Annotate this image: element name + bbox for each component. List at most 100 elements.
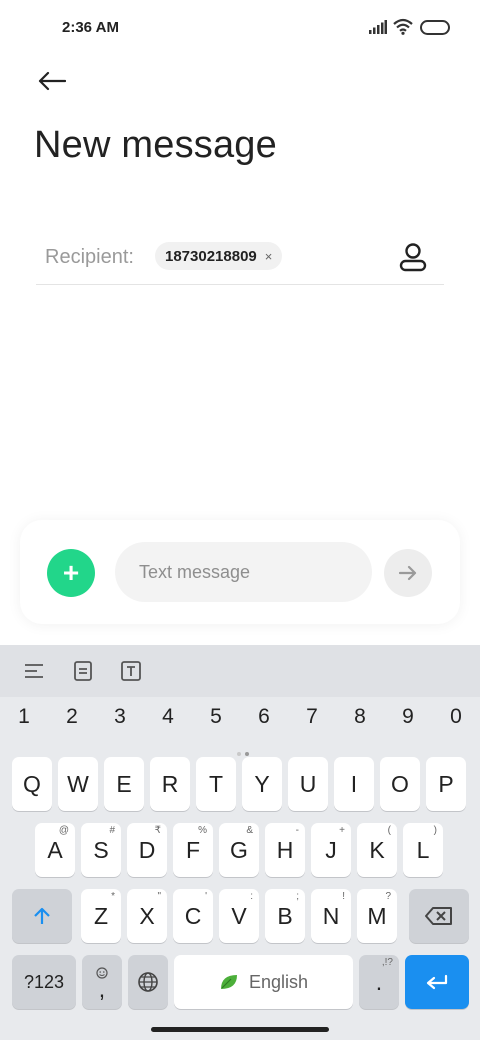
- key-label: N: [322, 902, 340, 929]
- key-label: R: [161, 770, 179, 797]
- back-button[interactable]: [34, 64, 70, 98]
- symbols-key[interactable]: ?123: [12, 955, 76, 1009]
- key-label: P: [438, 770, 454, 797]
- recipient-label: Recipient:: [45, 246, 134, 268]
- key-label: D: [138, 836, 156, 863]
- key-b[interactable]: ; B: [265, 889, 305, 943]
- enter-key[interactable]: [405, 955, 469, 1009]
- key-z[interactable]: * Z: [81, 889, 121, 943]
- key-hint: :: [250, 891, 253, 902]
- key-label: B: [277, 902, 293, 929]
- key-label: H: [276, 836, 294, 863]
- backspace-icon: [425, 907, 452, 925]
- key-hint: ₹: [154, 825, 161, 836]
- number-key-6[interactable]: 6: [244, 705, 284, 729]
- key-label: W: [67, 770, 89, 797]
- recipient-chip[interactable]: 18730218809 ×: [155, 242, 283, 270]
- signal-icon: [369, 20, 387, 34]
- key-o[interactable]: O: [380, 757, 420, 811]
- key-q[interactable]: Q: [12, 757, 52, 811]
- key-label: S: [93, 836, 109, 863]
- key-label: Q: [23, 770, 41, 797]
- recipient-chip-number: 18730218809: [165, 247, 257, 265]
- plus-icon: +: [62, 557, 80, 588]
- number-row: 1234567890: [0, 705, 480, 737]
- number-key-2[interactable]: 2: [52, 705, 92, 729]
- space-key-label: English: [248, 971, 309, 992]
- key-hint: ;: [296, 891, 299, 902]
- send-button[interactable]: [384, 549, 432, 597]
- number-key-7[interactable]: 7: [292, 705, 332, 729]
- key-g[interactable]: & G: [219, 823, 259, 877]
- key-e[interactable]: E: [104, 757, 144, 811]
- contacts-button[interactable]: [396, 240, 430, 274]
- key-label: K: [369, 836, 385, 863]
- key-hint: *: [111, 891, 115, 902]
- status-time: 2:36 AM: [62, 19, 119, 36]
- key-t[interactable]: T: [196, 757, 236, 811]
- key-hint: @: [58, 825, 69, 836]
- wifi-icon: [393, 18, 413, 35]
- period-key-hint: ,!?: [381, 957, 393, 968]
- key-p[interactable]: P: [426, 757, 466, 811]
- key-j[interactable]: + J: [311, 823, 351, 877]
- back-arrow-icon: [38, 71, 66, 91]
- key-u[interactable]: U: [288, 757, 328, 811]
- number-key-4[interactable]: 4: [148, 705, 188, 729]
- text-style-icon[interactable]: [120, 660, 142, 682]
- page-title: New message: [34, 124, 277, 166]
- number-key-5[interactable]: 5: [196, 705, 236, 729]
- key-label: I: [350, 770, 358, 797]
- key-v[interactable]: :V: [219, 889, 259, 943]
- key-hint: ': [205, 891, 207, 902]
- home-indicator: [151, 1027, 329, 1032]
- key-label: A: [47, 836, 63, 863]
- key-label: Z: [93, 902, 109, 929]
- key-r[interactable]: R: [150, 757, 190, 811]
- key-i[interactable]: I: [334, 757, 374, 811]
- key-hint: +: [339, 825, 345, 836]
- symbols-key-label: ?123: [23, 971, 65, 992]
- key-label: C: [184, 902, 202, 929]
- attach-button[interactable]: +: [47, 549, 95, 597]
- key-l[interactable]: ) L: [403, 823, 443, 877]
- period-key[interactable]: ,!? .: [359, 955, 399, 1009]
- key-k[interactable]: (K: [357, 823, 397, 877]
- key-c[interactable]: ' C: [173, 889, 213, 943]
- backspace-key[interactable]: [409, 889, 469, 943]
- key-label: M: [367, 902, 387, 929]
- shift-key[interactable]: [12, 889, 72, 943]
- enter-arrow-icon: [426, 974, 448, 990]
- key-label: L: [416, 836, 430, 863]
- comma-key[interactable]: ,: [82, 955, 122, 1009]
- compose-bar: +: [20, 520, 460, 624]
- text-align-icon[interactable]: [23, 660, 45, 682]
- message-input[interactable]: [115, 542, 372, 602]
- number-key-1[interactable]: 1: [4, 705, 44, 729]
- key-hint: ?: [385, 891, 391, 902]
- key-n[interactable]: ! N: [311, 889, 351, 943]
- key-x[interactable]: " X: [127, 889, 167, 943]
- number-key-0[interactable]: 0: [436, 705, 476, 729]
- key-hint: #: [109, 825, 115, 836]
- chip-remove-icon[interactable]: ×: [265, 249, 273, 264]
- key-w[interactable]: W: [58, 757, 98, 811]
- key-hint: ": [157, 891, 161, 902]
- key-d[interactable]: ₹ D: [127, 823, 167, 877]
- key-label: X: [139, 902, 155, 929]
- shift-arrow-icon: [34, 907, 50, 924]
- key-m[interactable]: ? M: [357, 889, 397, 943]
- language-key[interactable]: [128, 955, 168, 1009]
- key-a[interactable]: @ A: [35, 823, 75, 877]
- clipboard-icon[interactable]: [72, 660, 94, 682]
- number-key-8[interactable]: 8: [340, 705, 380, 729]
- key-f[interactable]: % F: [173, 823, 213, 877]
- number-key-9[interactable]: 9: [388, 705, 428, 729]
- key-label: Y: [254, 770, 270, 797]
- keyboard: 1234567890 ?123 , English ,!? . Q W E R …: [0, 645, 480, 1040]
- number-key-3[interactable]: 3: [100, 705, 140, 729]
- key-h[interactable]: -H: [265, 823, 305, 877]
- space-key[interactable]: English: [174, 955, 353, 1009]
- key-s[interactable]: # S: [81, 823, 121, 877]
- key-y[interactable]: Y: [242, 757, 282, 811]
